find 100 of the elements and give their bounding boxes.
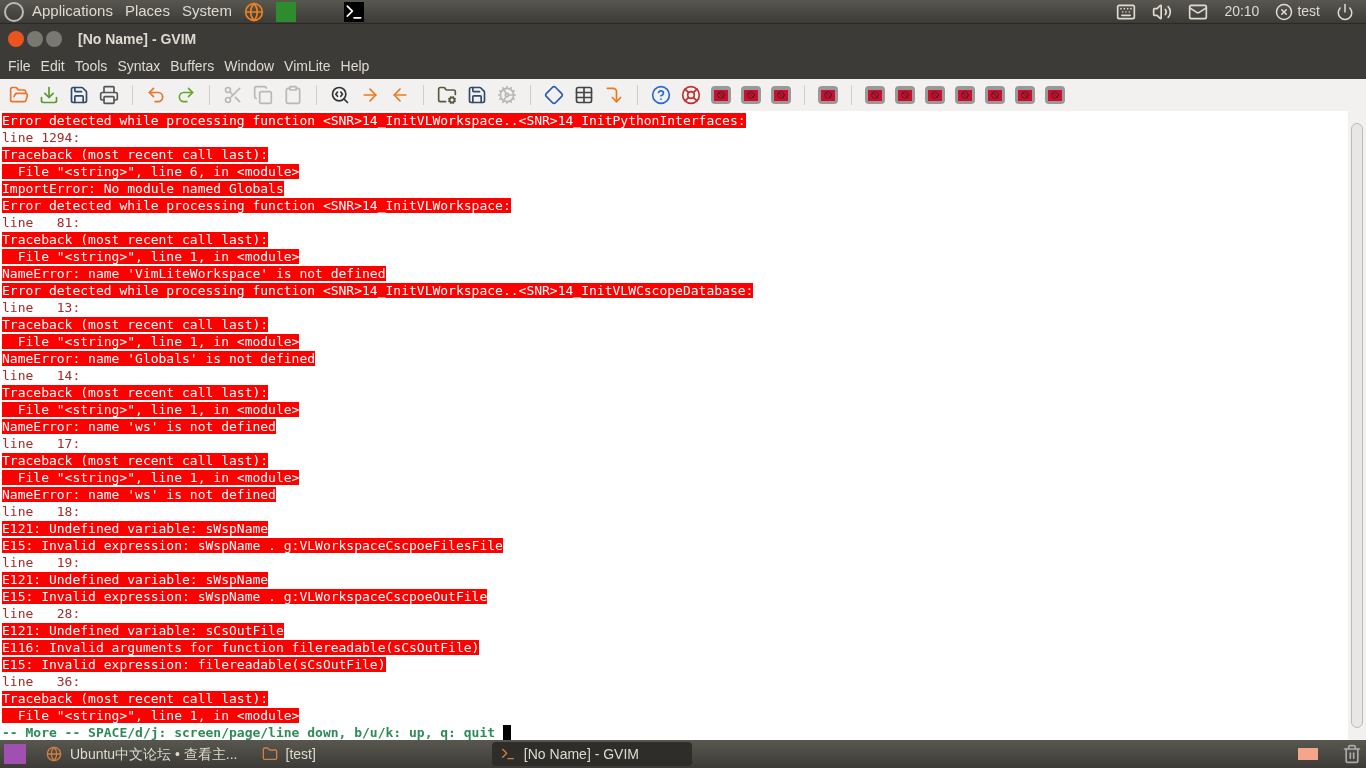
close-button[interactable] xyxy=(8,31,24,47)
minimize-button[interactable] xyxy=(27,31,43,47)
stop-icon xyxy=(1018,89,1032,101)
toolbar-button[interactable] xyxy=(466,84,488,106)
toolbar-button[interactable] xyxy=(573,84,595,106)
error-message: Traceback (most recent call last): xyxy=(2,317,269,332)
menu-item[interactable]: Syntax xyxy=(113,56,165,77)
error-message: File "<string>", line 1, in <module> xyxy=(2,708,300,723)
stop-icon xyxy=(988,89,1002,101)
clipboard-icon xyxy=(283,85,303,105)
stop-tool-button[interactable] xyxy=(955,86,975,104)
clock[interactable]: 20:10 xyxy=(1224,1,1260,22)
user-name[interactable]: test xyxy=(1297,1,1320,22)
power-icon[interactable] xyxy=(1336,2,1354,21)
stop-icon xyxy=(928,89,942,101)
lifebuoy-icon xyxy=(681,85,701,105)
stop-tool-button[interactable] xyxy=(895,86,915,104)
workspace-switcher[interactable] xyxy=(1298,748,1318,760)
stop-icon xyxy=(868,89,882,101)
folder-gear-icon xyxy=(437,85,457,105)
taskbar-button[interactable]: [No Name] - GVIM xyxy=(491,742,692,766)
error-message: Traceback (most recent call last): xyxy=(2,385,269,400)
error-message: E15: Invalid expression: filereadable(sCsOutFile) xyxy=(2,657,386,672)
disk-gear-icon xyxy=(467,85,487,105)
stop-icon xyxy=(744,89,758,101)
diamond-icon xyxy=(544,85,564,105)
line-number-message: line 28: xyxy=(2,606,81,621)
line-number-message: line 1294: xyxy=(2,130,81,145)
stop-tool-button[interactable] xyxy=(818,86,838,104)
cursor xyxy=(503,725,512,740)
stop-tool-button[interactable] xyxy=(925,86,945,104)
folder-icon xyxy=(9,85,29,105)
copy-icon xyxy=(253,85,273,105)
error-message: NameError: name 'ws' is not defined xyxy=(2,487,276,502)
menu-item[interactable]: Edit xyxy=(36,56,69,77)
error-message: E116: Invalid arguments for function filereadable(sCsOutFile) xyxy=(2,640,480,655)
download-icon xyxy=(39,85,59,105)
error-message: Error detected while processing function <SNR>14_InitVLWorkspace: xyxy=(2,198,511,213)
gears-icon xyxy=(497,85,517,105)
line-number-message: line 19: xyxy=(2,555,81,570)
toolbar-button[interactable] xyxy=(680,84,702,106)
browser-launcher-icon[interactable] xyxy=(243,1,264,22)
taskbar-button[interactable]: [test] xyxy=(253,742,324,766)
stop-tool-button[interactable] xyxy=(865,86,885,104)
window-title: [No Name] - GVIM xyxy=(78,29,197,49)
line-number-message: line 17: xyxy=(2,436,81,451)
arrow-down-icon xyxy=(604,85,624,105)
stop-tool-button[interactable] xyxy=(985,86,1005,104)
stop-tool-button[interactable] xyxy=(711,86,731,104)
volume-icon[interactable] xyxy=(1152,1,1173,22)
error-message: NameError: name 'ws' is not defined xyxy=(2,419,276,434)
error-message: File "<string>", line 6, in <module> xyxy=(2,164,300,179)
table-icon xyxy=(574,85,594,105)
line-number-message: line 14: xyxy=(2,368,81,383)
error-message: Traceback (most recent call last): xyxy=(2,453,269,468)
undo-icon xyxy=(146,85,166,105)
error-message: Traceback (most recent call last): xyxy=(2,147,269,162)
stop-tool-button[interactable] xyxy=(771,86,791,104)
toolbar-button[interactable] xyxy=(68,84,90,106)
error-message: Traceback (most recent call last): xyxy=(2,232,269,247)
menu-item[interactable]: Help xyxy=(336,56,374,77)
error-message: E121: Undefined variable: sWspName xyxy=(2,572,269,587)
menu-item[interactable]: File xyxy=(4,56,35,77)
stop-icon xyxy=(774,89,788,101)
error-message: NameError: name 'Globals' is not defined xyxy=(2,351,316,366)
panel-menu[interactable]: System xyxy=(181,0,232,23)
panel-menu[interactable]: Applications xyxy=(32,0,113,23)
taskbar-button[interactable]: Ubuntu中文论坛 • 查看主... xyxy=(38,742,246,766)
line-number-message: line 81: xyxy=(2,215,81,230)
error-message: NameError: name 'VimLiteWorkspace' is not defined xyxy=(2,266,386,281)
error-message: ImportError: No module named Globals xyxy=(2,181,284,196)
menu-item[interactable]: Buffers xyxy=(166,56,219,77)
menu-item[interactable]: Tools xyxy=(70,56,112,77)
menu-item[interactable]: VimLite xyxy=(280,56,335,77)
more-prompt: -- More -- SPACE/d/j: screen/page/line down, b/u/k: up, q: quit xyxy=(2,724,496,741)
stop-tool-button[interactable] xyxy=(1045,86,1065,104)
maximize-button[interactable] xyxy=(46,31,62,47)
scrollbar[interactable] xyxy=(1348,111,1366,740)
stop-tool-button[interactable] xyxy=(1015,86,1035,104)
printer-icon xyxy=(99,85,119,105)
globe-icon xyxy=(46,746,62,762)
menu-item[interactable]: Window xyxy=(220,56,279,77)
error-message: File "<string>", line 1, in <module> xyxy=(2,334,300,349)
help-icon xyxy=(651,85,671,105)
error-message: E121: Undefined variable: sWspName xyxy=(2,521,269,536)
panel-menu[interactable]: Places xyxy=(124,0,170,23)
line-number-message: line 18: xyxy=(2,504,81,519)
error-message: Traceback (most recent call last): xyxy=(2,691,269,706)
error-message: E15: Invalid expression: sWspName . g:VLWorkspaceCscpoeFilesFile xyxy=(2,538,503,553)
terminal-launcher-icon[interactable] xyxy=(343,1,364,22)
error-message: File "<string>", line 1, in <module> xyxy=(2,470,300,485)
error-message: File "<string>", line 1, in <module> xyxy=(2,249,300,264)
status-icon[interactable] xyxy=(1275,2,1294,21)
trash-icon[interactable] xyxy=(1342,744,1362,764)
stop-icon xyxy=(714,89,728,101)
stop-tool-button[interactable] xyxy=(741,86,761,104)
stop-icon xyxy=(821,89,835,101)
line-number-message: line 36: xyxy=(2,674,81,689)
toolbar-button[interactable] xyxy=(436,84,458,106)
stop-icon xyxy=(958,89,972,101)
